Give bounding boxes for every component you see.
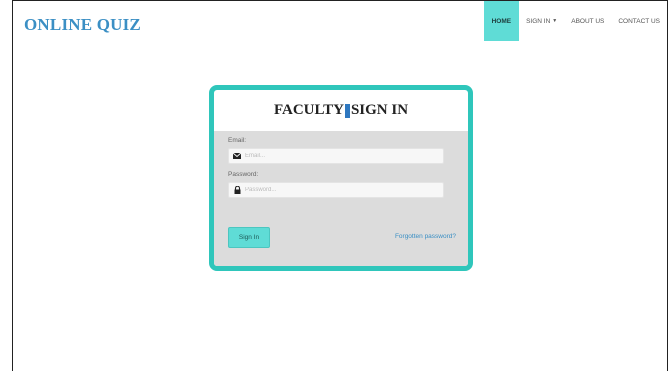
password-input[interactable] (245, 187, 435, 193)
nav-contact-us-label: CONTACT US (618, 17, 660, 25)
login-title-right: SIGN IN (350, 102, 409, 118)
login-card: FACULTY SIGN IN Email: Password: (209, 85, 473, 271)
top-nav: HOME SIGN IN ▼ ABOUT US CONTACT US (483, 1, 667, 41)
password-label: Password: (228, 171, 259, 178)
forgot-password-link[interactable]: Forgotten password? (395, 233, 456, 240)
nav-item-contact-us[interactable]: CONTACT US (611, 1, 667, 41)
login-title-left: FACULTY (273, 102, 344, 118)
nav-item-sign-in[interactable]: SIGN IN ▼ (519, 1, 564, 41)
email-input-group (228, 148, 444, 164)
nav-item-home[interactable]: HOME (483, 1, 520, 41)
nav-home-label: HOME (491, 17, 512, 25)
envelope-icon (229, 153, 245, 159)
nav-item-about-us[interactable]: ABOUT US (564, 1, 611, 41)
nav-sign-in-label: SIGN IN (526, 17, 551, 25)
email-label: Email: (228, 137, 247, 144)
brand-title[interactable]: ONLINE QUIZ (24, 15, 141, 35)
nav-about-us-label: ABOUT US (571, 17, 605, 25)
page-frame: ONLINE QUIZ HOME SIGN IN ▼ ABOUT US CONT… (12, 0, 668, 371)
lock-icon (229, 186, 245, 194)
caret-down-icon: ▼ (552, 18, 558, 24)
login-form: Email: Password: (214, 131, 468, 266)
sign-in-button[interactable]: Sign In (228, 227, 270, 248)
text-cursor-icon (344, 103, 350, 118)
email-input[interactable] (245, 153, 435, 159)
login-card-header: FACULTY SIGN IN (214, 90, 468, 131)
password-input-group (228, 182, 444, 198)
